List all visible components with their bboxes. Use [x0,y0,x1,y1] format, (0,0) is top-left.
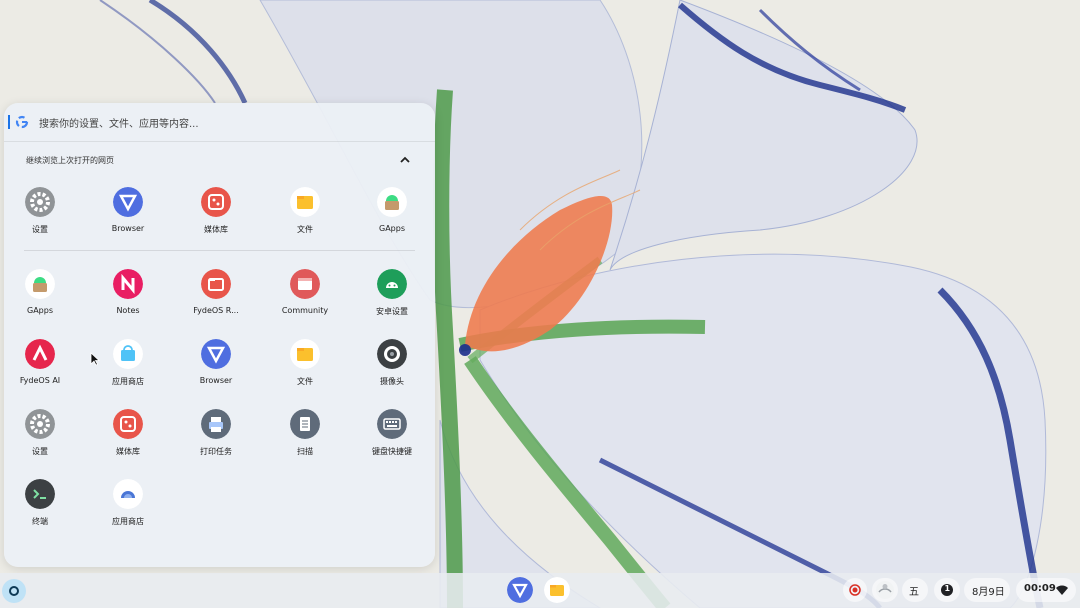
wifi-icon [1056,585,1068,595]
app-fydeos-folder[interactable]: FydeOS R... [178,269,254,315]
app-label: 键盘快捷键 [372,447,412,456]
app-label: 摄像头 [380,377,404,386]
app-label: 设置 [32,225,48,234]
shelf-app-files[interactable] [544,577,570,603]
app-store-cloud-icon [113,479,143,509]
app-launcher: 搜索你的设置、文件、应用等内容... 继续浏览上次打开的网页 设置 Browse… [4,103,435,567]
print-icon [201,409,231,439]
gapps-icon [25,269,55,299]
text-caret [8,115,10,129]
app-label: 文件 [297,377,313,386]
launcher-circle-icon [9,586,19,596]
app-terminal[interactable]: 终端 [2,479,78,527]
app-label: 应用商店 [112,377,144,386]
app-label: 媒体库 [204,225,228,234]
app-camera[interactable]: 摄像头 [354,339,430,387]
gallery-icon [113,409,143,439]
files-icon [544,577,570,603]
app-label: 打印任务 [200,447,232,456]
screen-record-button[interactable] [843,578,867,602]
app-android-settings[interactable]: 安卓设置 [354,269,430,317]
notes-icon [113,269,143,299]
notification-count: 1 [944,584,951,593]
scan-icon [290,409,320,439]
notification-counter[interactable]: 1 [934,578,960,602]
date-label: 8月9日 [972,587,1005,598]
app-gallery[interactable]: 媒体库 [90,409,166,457]
clock-label: 00:09 [1024,583,1056,594]
files-icon [290,187,320,217]
settings-icon [25,409,55,439]
app-gapps[interactable]: GApps [2,269,78,315]
android-icon [377,269,407,299]
app-label: FydeOS AI [19,376,61,385]
keyboard-icon [377,409,407,439]
shelf-app-browser[interactable] [507,577,533,603]
section-divider [24,250,415,251]
app-label: GApps [379,224,405,233]
browser-icon [507,577,533,603]
app-label: 应用商店 [112,517,144,526]
browser-icon [113,187,143,217]
record-icon [849,584,861,596]
recent-app-files[interactable]: 文件 [267,187,343,235]
mouse-cursor-icon [90,352,100,366]
app-notes[interactable]: Notes [90,269,166,315]
recent-app-settings[interactable]: 设置 [2,187,78,235]
app-label: 终端 [32,517,48,526]
search-placeholder: 搜索你的设置、文件、应用等内容... [39,119,199,130]
shelf: 五 1 8月9日 00:09 [0,573,1080,608]
chevron-up-icon[interactable] [398,154,412,166]
date-button[interactable]: 8月9日 [964,578,1010,602]
app-label: FydeOS R... [193,306,239,315]
community-icon [290,269,320,299]
app-label: 安卓设置 [376,307,408,316]
app-browser[interactable]: Browser [178,339,254,385]
fydeos-ai-icon [25,339,55,369]
app-label: 扫描 [297,447,313,456]
input-method-label: 五 [909,587,919,598]
avatar-icon [876,581,894,599]
app-scan[interactable]: 扫描 [267,409,343,457]
fydeos-folder-icon [201,269,231,299]
app-community[interactable]: Community [267,269,343,315]
browser-icon [201,339,231,369]
app-fydeos-ai[interactable]: FydeOS AI [2,339,78,385]
app-label: GApps [27,306,53,315]
app-print-jobs[interactable]: 打印任务 [178,409,254,457]
status-area[interactable]: 00:09 [1016,578,1076,602]
gallery-icon [201,187,231,217]
camera-icon [377,339,407,369]
app-label: Notes [116,306,140,315]
app-keyboard-shortcuts[interactable]: 键盘快捷键 [354,409,430,457]
launcher-search-box[interactable]: 搜索你的设置、文件、应用等内容... [4,103,435,142]
app-app-store-cloud[interactable]: 应用商店 [90,479,166,527]
settings-icon [25,187,55,217]
launcher-button[interactable] [2,579,26,603]
recent-app-gallery[interactable]: 媒体库 [178,187,254,235]
recent-app-gapps[interactable]: GApps [354,187,430,233]
app-label: 设置 [32,447,48,456]
app-label: Browser [111,224,145,233]
recent-app-browser[interactable]: Browser [90,187,166,233]
user-avatar-button[interactable] [872,578,898,602]
input-method-button[interactable]: 五 [902,578,928,602]
terminal-icon [25,479,55,509]
app-files[interactable]: 文件 [267,339,343,387]
app-label: Community [281,306,329,315]
app-label: 媒体库 [116,447,140,456]
gapps-icon [377,187,407,217]
continue-section-title: 继续浏览上次打开的网页 [26,156,114,165]
google-g-icon [15,115,29,129]
app-store-icon [113,339,143,369]
files-icon [290,339,320,369]
app-label: Browser [199,376,233,385]
app-app-store[interactable]: 应用商店 [90,339,166,387]
app-label: 文件 [297,225,313,234]
app-settings[interactable]: 设置 [2,409,78,457]
